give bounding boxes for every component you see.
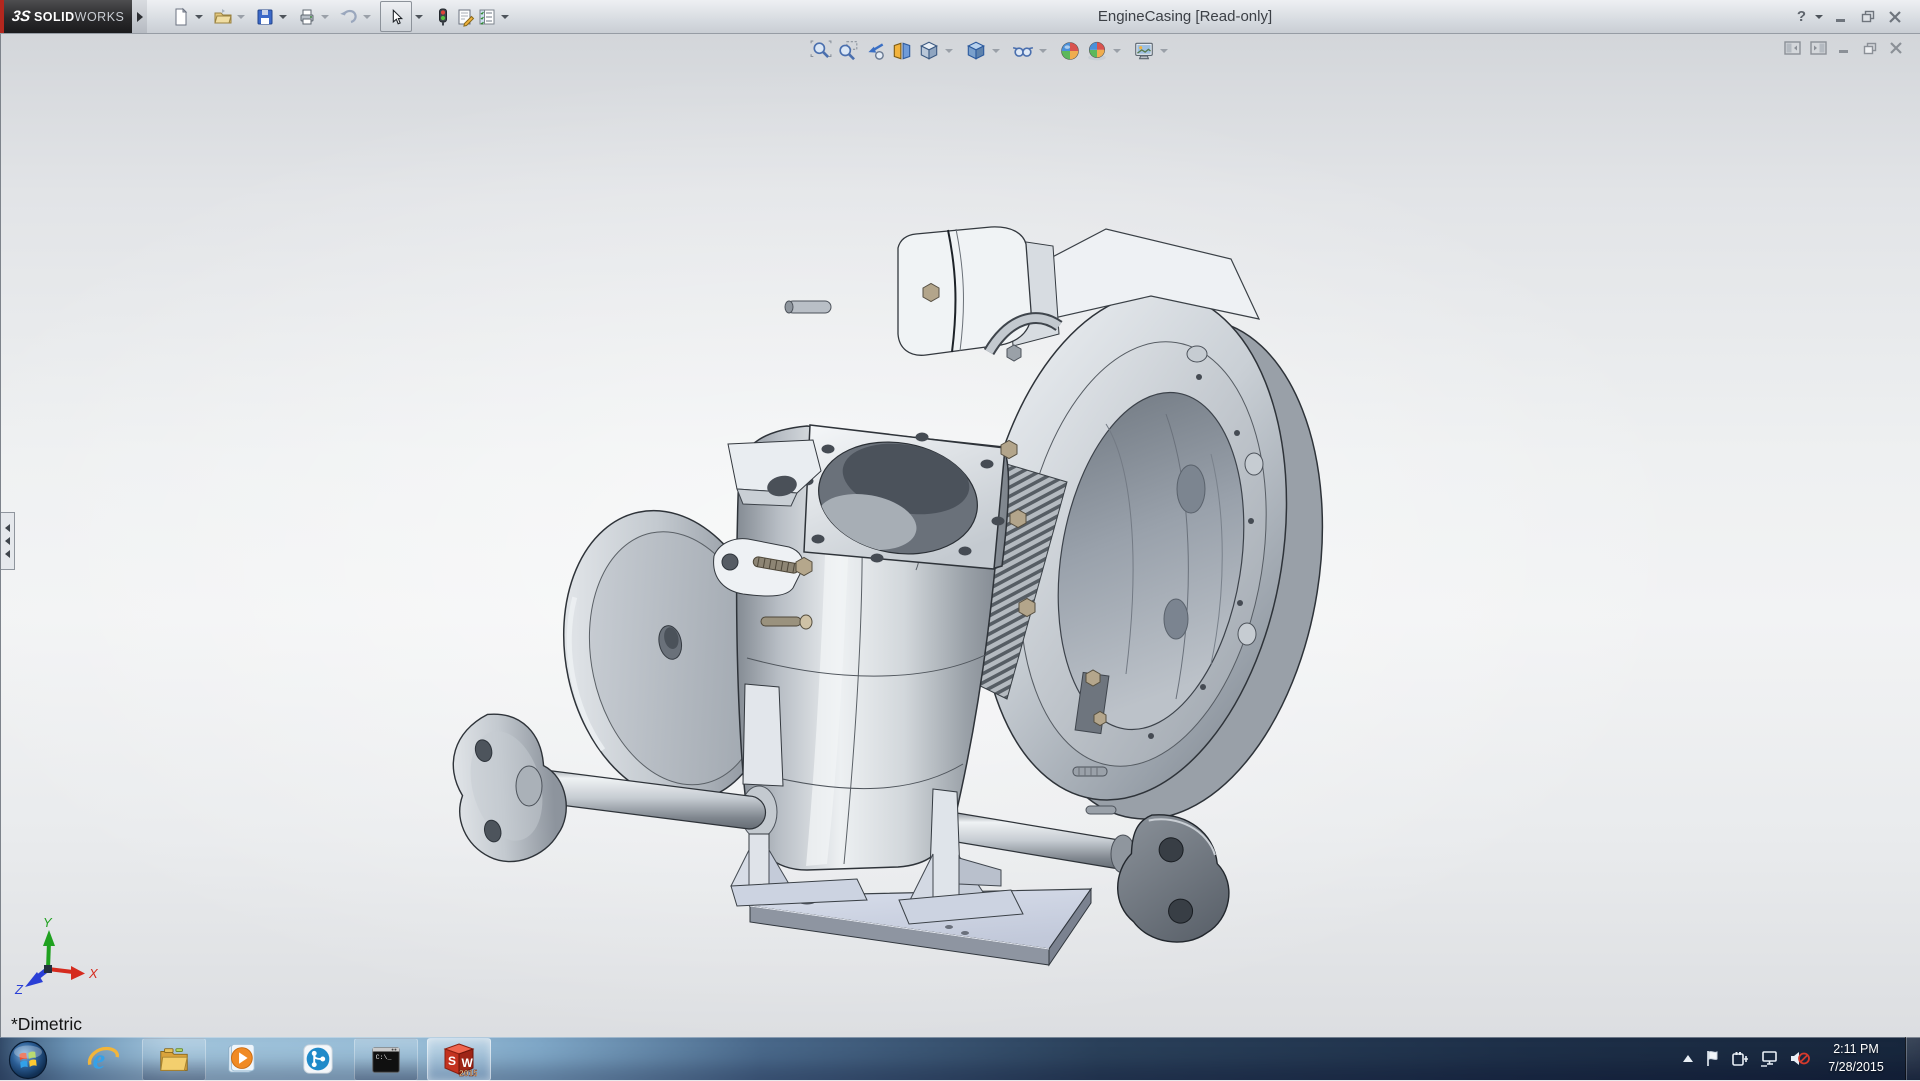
power-plug-icon[interactable]	[1731, 1050, 1750, 1067]
print-dropdown-icon[interactable]	[321, 15, 329, 19]
main-toolbar	[170, 0, 518, 33]
taskbar-item-media-player[interactable]	[223, 1042, 257, 1076]
engine-casing-model	[1, 34, 1920, 1037]
sw-year: 2015	[459, 1068, 477, 1078]
tray-date: 7/28/2015	[1816, 1058, 1896, 1076]
reference-triad: Y X Z	[1, 894, 141, 1014]
file-properties-icon[interactable]	[454, 6, 476, 28]
ds-logo-glyph: 3S	[10, 8, 31, 25]
save-dropdown-icon[interactable]	[279, 15, 287, 19]
right-arrow-icon	[137, 12, 143, 22]
solidworks-cube-icon: S W 2015	[441, 1042, 477, 1078]
cmd-prompt-text: C:\_	[376, 1053, 392, 1061]
triad-z-label: Z	[14, 982, 24, 997]
volume-muted-icon[interactable]	[1789, 1050, 1810, 1067]
taskbar-item-team-services[interactable]	[301, 1042, 335, 1076]
right-shaft-flange	[1108, 808, 1243, 952]
top-cover-assembly	[785, 227, 1059, 361]
options-dropdown-icon[interactable]	[501, 15, 509, 19]
taskbar-item-command-prompt[interactable]: C:\_	[354, 1038, 418, 1081]
options-icon[interactable]	[476, 6, 498, 28]
system-tray	[1682, 1037, 1810, 1080]
taskbar: e C:\_	[0, 1037, 1920, 1080]
rebuild-icon[interactable]	[432, 6, 454, 28]
action-center-flag-icon[interactable]	[1704, 1050, 1721, 1067]
triad-x-label: X	[88, 966, 99, 981]
command-prompt-icon: C:\_	[369, 1043, 403, 1077]
solidworks-logo: 3S SOLIDWORKS	[4, 0, 132, 33]
titlebar-controls: ?	[1797, 0, 1904, 33]
help-dropdown-icon[interactable]	[1815, 15, 1823, 19]
sw-letter-s: S	[448, 1054, 456, 1068]
title-bar: 3S SOLIDWORKS EngineCasing	[0, 0, 1920, 34]
new-document-icon[interactable]	[170, 6, 192, 28]
save-icon[interactable]	[254, 6, 276, 28]
close-button[interactable]	[1886, 9, 1904, 25]
cursor-arrow-icon	[387, 8, 405, 26]
network-icon[interactable]	[1760, 1050, 1779, 1067]
triad-y-label: Y	[43, 915, 53, 930]
tray-time: 2:11 PM	[1816, 1040, 1896, 1058]
restore-button[interactable]	[1859, 9, 1877, 25]
window-title: EngineCasing [Read-only]	[1030, 0, 1340, 33]
graphics-viewport[interactable]: Y X Z *Dimetric	[0, 34, 1920, 1037]
undo-dropdown-icon[interactable]	[363, 15, 371, 19]
folder-icon	[157, 1043, 191, 1077]
taskbar-item-windows-explorer[interactable]	[142, 1038, 206, 1081]
brand-light: WORKS	[75, 10, 125, 24]
tray-clock[interactable]: 2:11 PM 7/28/2015	[1816, 1040, 1896, 1076]
show-desktop-button[interactable]	[1905, 1037, 1920, 1080]
solidworks-desktop: { "window": { "brand": {"glyph": "3S", "…	[0, 0, 1920, 1080]
view-orientation-label: *Dimetric	[11, 1014, 82, 1035]
minimize-button[interactable]	[1832, 9, 1850, 25]
undo-icon[interactable]	[338, 6, 360, 28]
menu-expand-arrow[interactable]	[132, 0, 147, 33]
help-button[interactable]: ?	[1797, 8, 1806, 25]
taskbar-item-solidworks[interactable]: S W 2015	[427, 1038, 491, 1081]
new-dropdown-icon[interactable]	[195, 15, 203, 19]
open-dropdown-icon[interactable]	[237, 15, 245, 19]
print-icon[interactable]	[296, 6, 318, 28]
select-dropdown-icon[interactable]	[415, 15, 423, 19]
brand-bold: SOLID	[34, 10, 75, 24]
select-tool-button[interactable]	[380, 1, 412, 32]
show-hidden-icons-button[interactable]	[1682, 1054, 1694, 1064]
open-icon[interactable]	[212, 6, 234, 28]
left-shaft-flange	[436, 700, 579, 872]
taskbar-item-internet-explorer[interactable]: e	[86, 1042, 120, 1076]
start-button[interactable]	[8, 1040, 48, 1080]
